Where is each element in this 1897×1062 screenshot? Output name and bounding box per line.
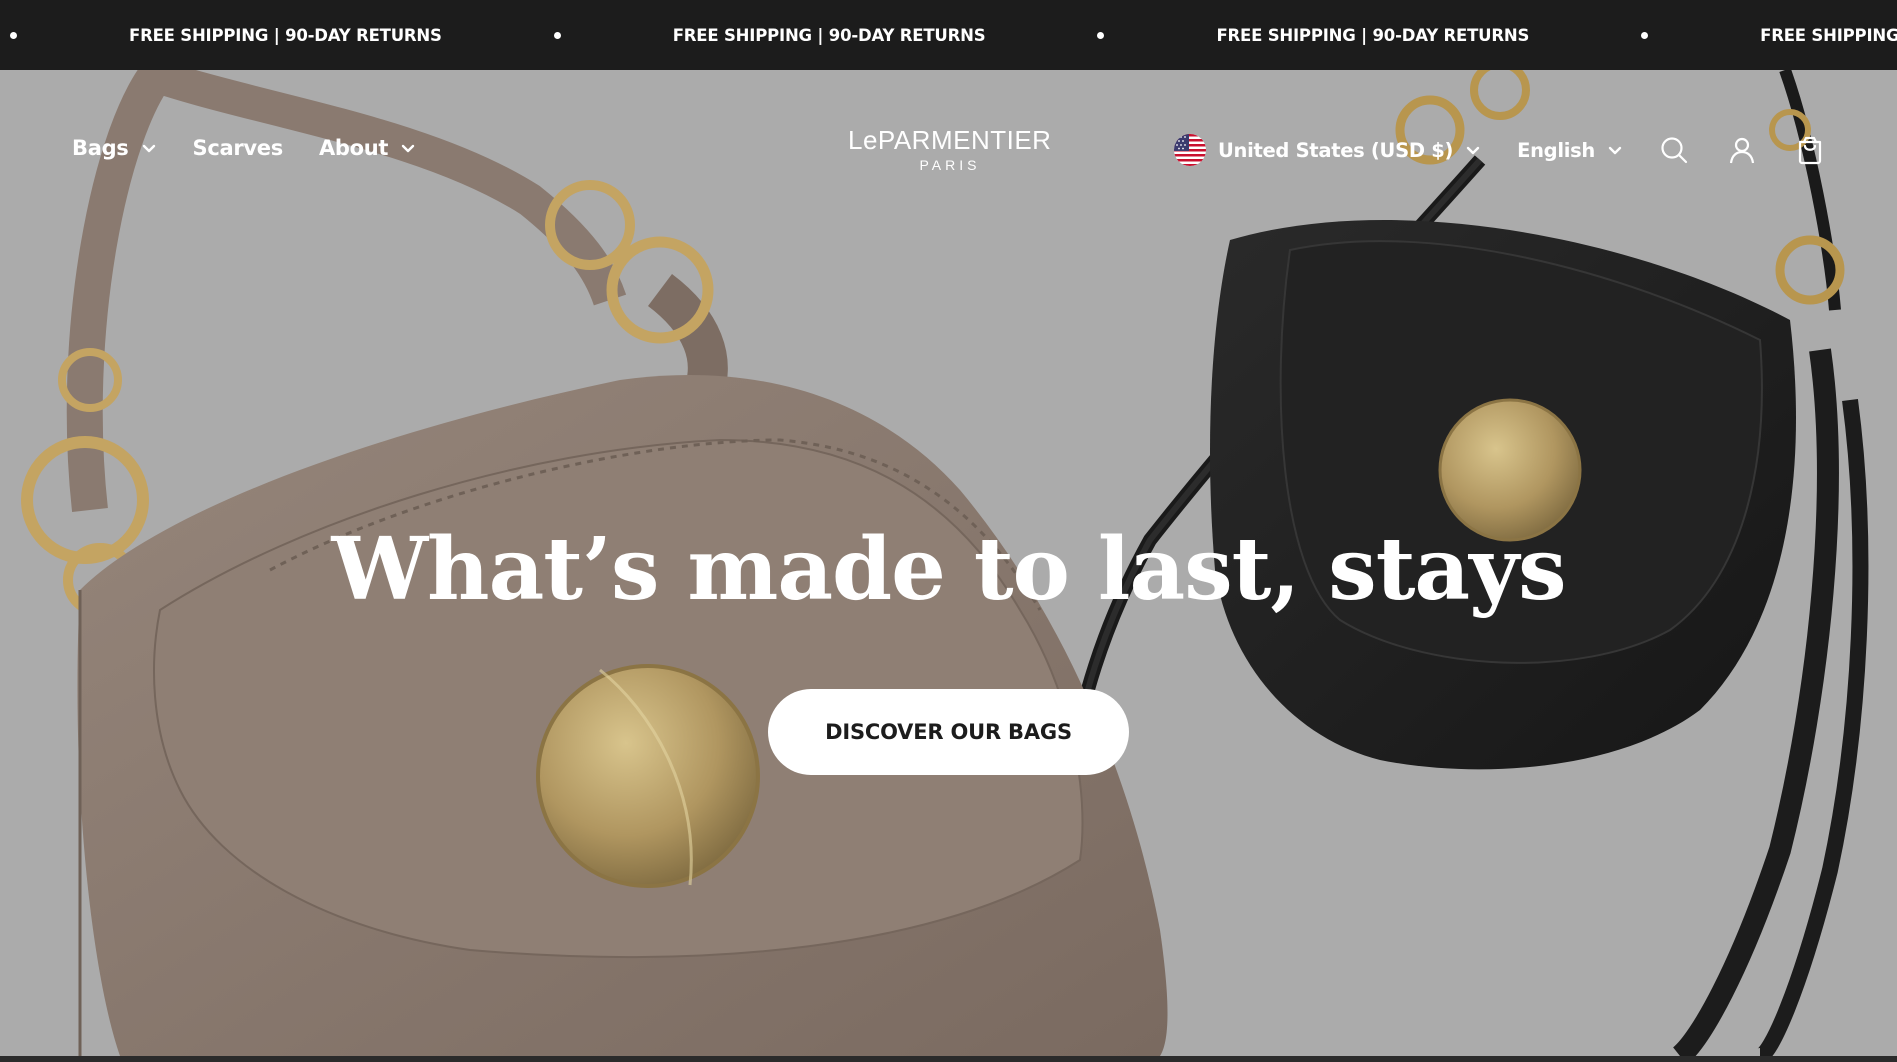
hero-headline: What’s made to last, stays (331, 519, 1566, 620)
nav-scarves[interactable]: Scarves (192, 136, 284, 160)
nav-scarves-label: Scarves (192, 136, 284, 160)
cart-icon[interactable] (1795, 135, 1825, 165)
country-label: United States (USD $) (1217, 138, 1454, 162)
bullet-dot (1641, 31, 1649, 39)
chevron-down-icon (1465, 142, 1481, 158)
main-nav: Bags Scarves About (72, 136, 452, 160)
page: FREE SHIPPING | 90-DAY RETURNS FREE SHIP… (0, 0, 1897, 1062)
us-flag-icon (1173, 134, 1206, 166)
nav-bags[interactable]: Bags (72, 136, 157, 160)
brand-logo[interactable]: LePARMENTIER PARIS (848, 125, 1052, 173)
logo-subtitle: PARIS (919, 157, 981, 173)
announcement-item: FREE SHIPPING | 90-DAY RETURNS (672, 25, 986, 45)
announcement-item: FREE SHIPPING | 90-DAY RETURNS (1760, 25, 1897, 45)
logo-wordmark: LePARMENTIER (848, 125, 1052, 155)
announcement-item: FREE SHIPPING | 90-DAY RETURNS (129, 25, 442, 45)
nav-about[interactable]: About (319, 136, 416, 160)
chevron-down-icon (141, 140, 157, 156)
chevron-down-icon (400, 140, 416, 156)
header-actions: United States (USD $) English (1173, 130, 1825, 170)
nav-about-label: About (318, 136, 389, 160)
account-icon[interactable] (1727, 135, 1757, 165)
announcement-track: FREE SHIPPING | 90-DAY RETURNS FREE SHIP… (10, 0, 1897, 70)
language-label: English (1517, 138, 1595, 162)
site-header: Bags Scarves About LePARMENTIER PARIS Un… (0, 70, 1897, 230)
discover-bags-button[interactable]: DISCOVER OUR BAGS (768, 689, 1129, 775)
bullet-dot (553, 31, 561, 39)
bullet-dot (1097, 31, 1105, 39)
nav-bags-label: Bags (72, 136, 129, 160)
announcement-item: FREE SHIPPING | 90-DAY RETURNS (1216, 25, 1530, 45)
bottom-divider (0, 1056, 1897, 1062)
country-selector[interactable]: United States (USD $) (1173, 134, 1481, 166)
search-icon[interactable] (1659, 135, 1689, 165)
bullet-dot (10, 31, 17, 39)
language-selector[interactable]: English (1517, 139, 1623, 162)
announcement-bar: FREE SHIPPING | 90-DAY RETURNS FREE SHIP… (0, 0, 1897, 70)
chevron-down-icon (1607, 142, 1623, 158)
